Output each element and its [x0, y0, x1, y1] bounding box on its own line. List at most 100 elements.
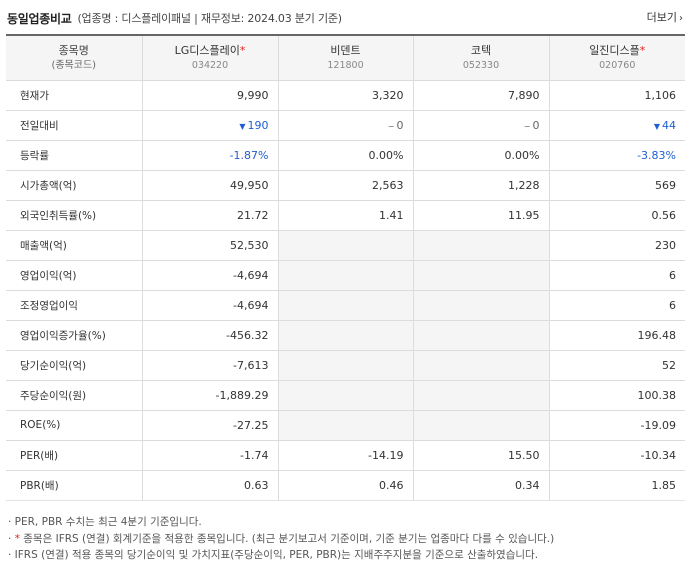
table-row: PBR(배) 0.63 0.46 0.34 1.85	[6, 469, 685, 500]
company-header: 코텍 052330	[412, 34, 549, 80]
table-cell	[277, 409, 413, 440]
table-row: 영업이익증가율(%) -456.32 196.48	[6, 319, 685, 350]
table-cell: 230	[548, 229, 685, 260]
table-row: 매출액(억) 52,530 230	[6, 229, 685, 260]
ifrs-star: *	[639, 43, 646, 57]
change-value: 190	[247, 118, 269, 132]
table-cell	[412, 349, 549, 380]
footnote: · PER, PBR 수치는 최근 4분기 기준입니다.	[8, 516, 202, 528]
header-item-column: 종목명 (종목코드)	[6, 34, 142, 80]
table-cell	[277, 379, 413, 410]
row-label: 전일대비	[6, 109, 142, 140]
table-row: 현재가 9,990 3,320 7,890 1,106	[6, 79, 685, 110]
table-cell: 15.50	[412, 439, 549, 470]
table-row: 등락률 -1.87% 0.00% 0.00% -3.83%	[6, 139, 685, 170]
change-value: 0	[532, 118, 540, 132]
bullet: ·	[8, 532, 15, 545]
company-name-link[interactable]: LG디스플레이	[175, 44, 240, 57]
table-row: 외국인취득률(%) 21.72 1.41 11.95 0.56	[6, 199, 685, 230]
table-cell	[277, 349, 413, 380]
row-label: 조정영업이익	[6, 289, 142, 320]
row-label: 시가총액(억)	[6, 169, 142, 200]
company-code: 121800	[327, 59, 364, 71]
table-row: ROE(%) -27.25 -19.09	[6, 409, 685, 440]
table-row: 조정영업이익 -4,694 6	[6, 289, 685, 320]
company-code: 020760	[599, 59, 636, 71]
row-label: 주당순이익(원)	[6, 379, 142, 410]
row-label: 당기순이익(억)	[6, 349, 142, 380]
table-cell: 569	[548, 169, 685, 200]
change-value: 44	[662, 118, 676, 132]
section-header: 동일업종비교 (업종명 : 디스플레이패널 | 재무정보: 2024.03 분기…	[7, 9, 342, 27]
row-label: 현재가	[6, 79, 142, 110]
table-cell: 0.00%	[412, 139, 549, 170]
table-cell: -7,613	[141, 349, 278, 380]
table-row: PER(배) -1.74 -14.19 15.50 -10.34	[6, 439, 685, 470]
table-cell: 100.38	[548, 379, 685, 410]
company-name-link[interactable]: 코텍	[471, 44, 491, 57]
table-cell	[412, 319, 549, 350]
table-cell: -4,694	[141, 259, 278, 290]
table-cell: 0.63	[141, 469, 278, 500]
table-cell: 21.72	[141, 199, 278, 230]
flat-dash-icon: −	[523, 121, 531, 131]
header-code-label: (종목코드)	[51, 59, 97, 71]
table-cell: 3,320	[277, 79, 413, 110]
table-cell	[277, 259, 413, 290]
company-name-link[interactable]: 비덴트	[330, 44, 360, 57]
table-cell: 49,950	[141, 169, 278, 200]
table-row: 주당순이익(원) -1,889.29 100.38	[6, 379, 685, 410]
section-title: 동일업종비교	[7, 11, 72, 26]
table-cell: -14.19	[277, 439, 413, 470]
table-row: 당기순이익(억) -7,613 52	[6, 349, 685, 380]
table-cell: 1.41	[277, 199, 413, 230]
table-cell: −0	[277, 109, 413, 140]
table-cell: -3.83%	[548, 139, 685, 170]
company-header: 일진디스플* 020760	[548, 34, 685, 80]
flat-dash-icon: −	[387, 121, 395, 131]
down-arrow-icon: ▼	[653, 121, 660, 131]
row-label: 매출액(억)	[6, 229, 142, 260]
row-label: 등락률	[6, 139, 142, 170]
table-cell: −0	[412, 109, 549, 140]
chevron-right-icon: ›	[679, 13, 683, 24]
table-cell	[412, 229, 549, 260]
table-cell: 52,530	[141, 229, 278, 260]
table-cell: -4,694	[141, 289, 278, 320]
table-cell: 196.48	[548, 319, 685, 350]
company-code: 034220	[191, 59, 229, 71]
footnote: · IFRS (연결) 적용 종목의 당기순이익 및 가치지표(주당순이익, P…	[8, 549, 539, 561]
row-label: PBR(배)	[6, 469, 142, 500]
table-cell	[412, 409, 549, 440]
table-row: 영업이익(억) -4,694 6	[6, 259, 685, 290]
table-cell	[277, 319, 413, 350]
table-cell: -27.25	[141, 409, 278, 440]
footnotes: · PER, PBR 수치는 최근 4분기 기준입니다. · * 종목은 IFR…	[8, 514, 554, 564]
table-cell: 2,563	[277, 169, 413, 200]
table-cell: 7,890	[412, 79, 549, 110]
company-header: LG디스플레이* 034220	[141, 34, 278, 80]
company-name-link[interactable]: 일진디스플	[589, 44, 640, 57]
table-cell: -1.74	[141, 439, 278, 470]
table-cell: 11.95	[412, 199, 549, 230]
table-cell: 6	[548, 259, 685, 290]
table-cell: -1.87%	[141, 139, 278, 170]
table-cell: ▼ 190	[141, 109, 278, 140]
table-cell: -1,889.29	[141, 379, 278, 410]
footnote: · * 종목은 IFRS (연결) 회계기준을 적용한 종목입니다. (최근 분…	[8, 531, 554, 548]
table-cell: 6	[548, 289, 685, 320]
table-cell: 1.85	[548, 469, 685, 500]
table-cell: -456.32	[141, 319, 278, 350]
table-cell: 0.34	[412, 469, 549, 500]
table-cell	[412, 289, 549, 320]
company-header: 비덴트 121800	[277, 34, 413, 80]
table-cell: -19.09	[548, 409, 685, 440]
table-row: 전일대비 ▼ 190−0−0 ▼ 44	[6, 109, 685, 140]
row-label: ROE(%)	[6, 409, 142, 440]
ifrs-star: *	[239, 43, 246, 57]
table-cell	[277, 229, 413, 260]
more-link[interactable]: 더보기 ›	[647, 9, 683, 25]
table-cell: 1,106	[548, 79, 685, 110]
table-cell	[412, 259, 549, 290]
row-label: PER(배)	[6, 439, 142, 470]
